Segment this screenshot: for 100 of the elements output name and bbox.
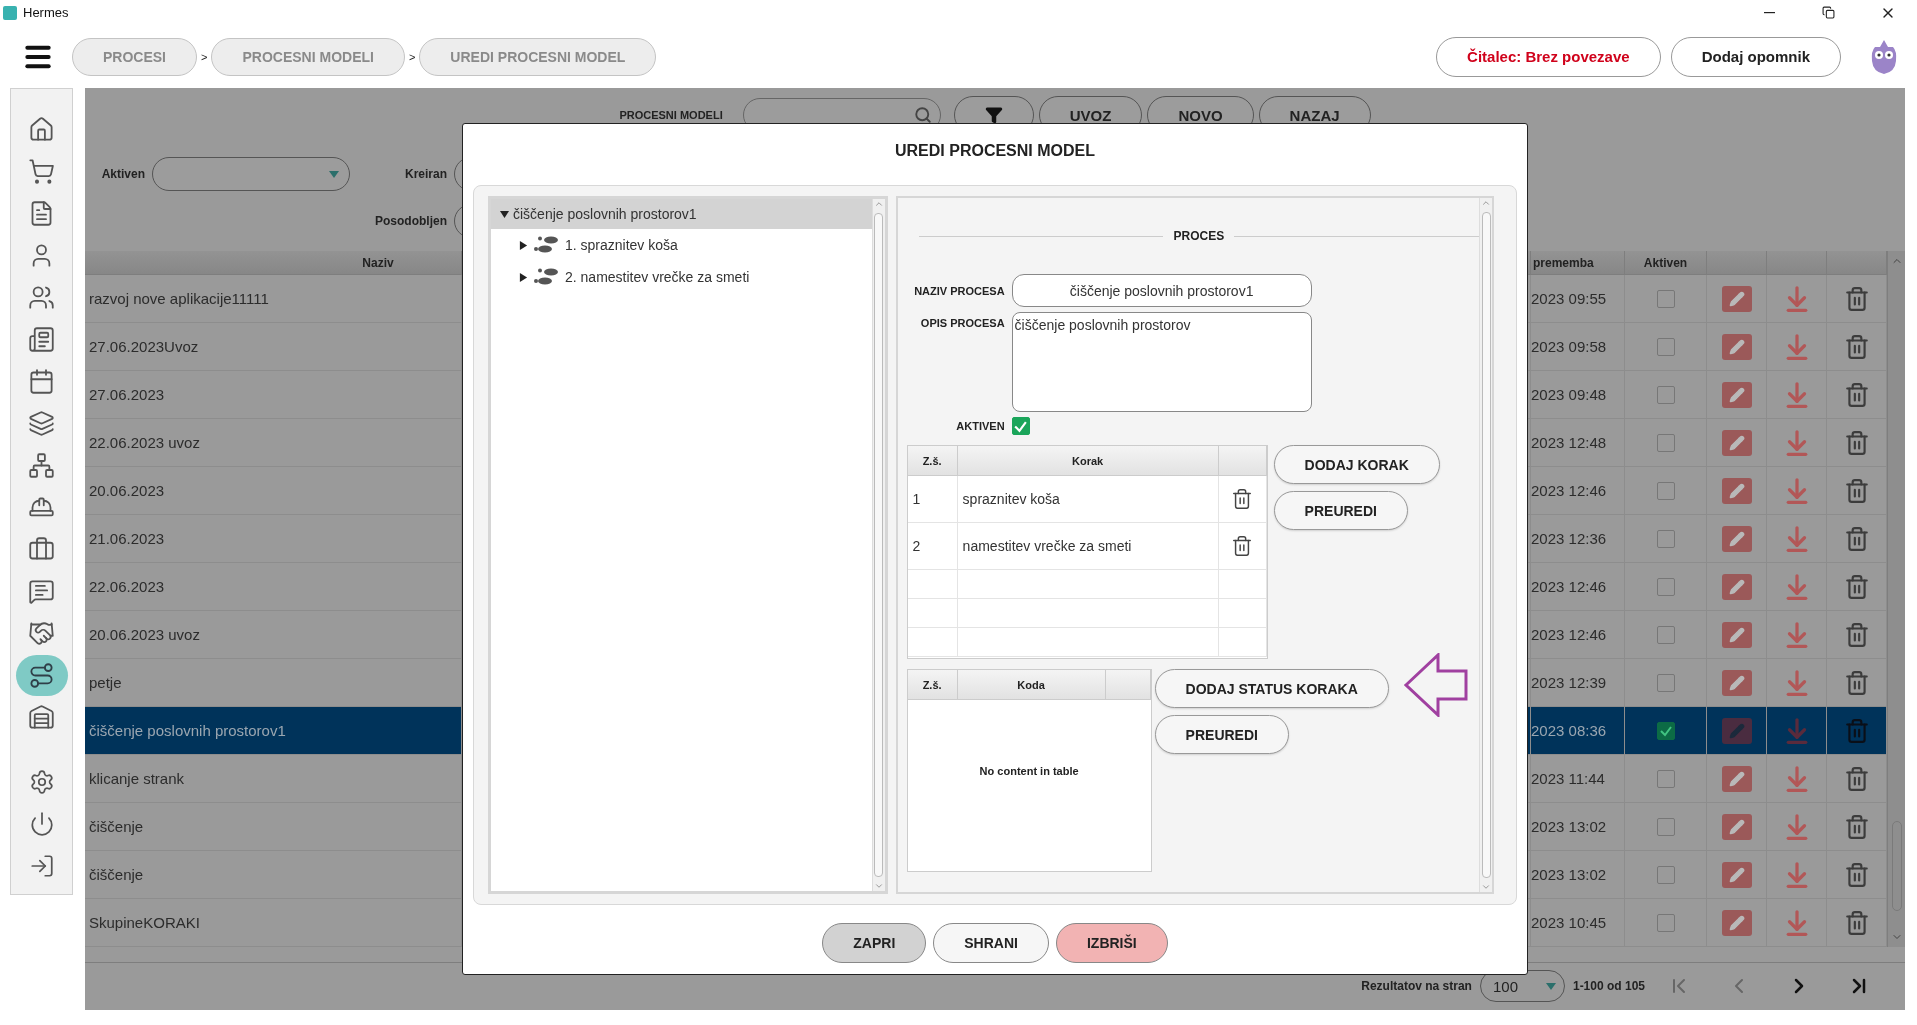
column-header <box>1827 251 1887 276</box>
table-cell <box>907 570 958 599</box>
expand-caret-icon[interactable] <box>519 272 528 282</box>
column-header <box>1707 251 1767 276</box>
checkbox[interactable] <box>1656 289 1675 308</box>
dialog-button[interactable]: SHRANI <box>933 923 1049 963</box>
edit-button[interactable] <box>1721 333 1752 360</box>
table-cell: 2023 09:48 <box>1531 386 1607 404</box>
input-field[interactable]: čiščenje poslovnih prostorov1 <box>1011 274 1312 307</box>
checkbox[interactable] <box>1656 577 1675 596</box>
table-cell: 2023 12:46 <box>1531 578 1607 596</box>
table-cell: 22.06.2023 <box>89 578 165 596</box>
checkbox[interactable] <box>1656 529 1675 548</box>
trash-icon[interactable] <box>1843 813 1870 840</box>
table-cell: spraznitev koša <box>957 476 1219 523</box>
checkbox[interactable] <box>1011 417 1030 435</box>
edit-button[interactable] <box>1721 813 1752 840</box>
edit-button[interactable] <box>1721 765 1752 792</box>
dialog-button[interactable]: IZBRIŠI <box>1055 923 1168 963</box>
edit-button[interactable] <box>1721 909 1752 936</box>
column-header: Koda <box>957 670 1106 700</box>
filter-label: Kreiran <box>403 167 447 182</box>
trash-icon[interactable] <box>1843 429 1870 456</box>
scroll-down-icon[interactable] <box>1481 882 1491 892</box>
scrollbar-thumb[interactable] <box>1481 212 1491 878</box>
step-button[interactable]: DODAJ KORAK <box>1273 445 1440 484</box>
checkbox[interactable] <box>1656 481 1675 500</box>
scrollbar-thumb[interactable] <box>874 213 884 877</box>
trash-icon[interactable] <box>1843 477 1870 504</box>
sidebar-item[interactable] <box>15 655 68 696</box>
table-cell <box>1218 628 1267 657</box>
warehouse-icon <box>28 704 55 731</box>
checkbox[interactable] <box>1656 913 1675 932</box>
table-cell: čiščenje <box>89 866 144 884</box>
column-header[interactable]: Aktiven <box>1625 251 1707 276</box>
tree-item[interactable]: čiščenje poslovnih prostorov1 <box>491 199 872 229</box>
trash-icon[interactable] <box>1843 861 1870 888</box>
scroll-up-icon[interactable] <box>1481 198 1491 208</box>
checkbox[interactable] <box>1656 337 1675 356</box>
edit-button[interactable] <box>1721 861 1752 888</box>
reminder-button[interactable]: Dodaj opomnik <box>1670 36 1841 77</box>
trash-icon[interactable] <box>1843 525 1870 552</box>
status-button[interactable]: PREUREDI <box>1154 715 1289 754</box>
page-range: 1-100 od 105 <box>1572 979 1645 994</box>
checkbox[interactable] <box>1656 385 1675 404</box>
pencil-icon <box>1728 482 1745 499</box>
status-button[interactable]: DODAJ STATUS KORAKA <box>1154 669 1389 708</box>
tree-item[interactable]: 2. namestitev vrečke za smeti <box>491 261 872 293</box>
trash-icon[interactable] <box>1843 573 1870 600</box>
calendar-icon <box>28 368 55 395</box>
expand-caret-icon[interactable] <box>519 240 528 250</box>
table-cell: klicanje strank <box>89 770 185 788</box>
edit-button[interactable] <box>1721 669 1752 696</box>
trash-icon[interactable] <box>1231 535 1254 557</box>
trash-icon[interactable] <box>1843 621 1870 648</box>
table-cell: čiščenje poslovnih prostorov1 <box>89 722 286 740</box>
collapse-caret-icon[interactable] <box>500 209 509 219</box>
cart-icon <box>28 158 55 185</box>
search-icon <box>913 106 932 125</box>
scroll-down-icon[interactable] <box>873 881 884 891</box>
trash-icon[interactable] <box>1843 669 1870 696</box>
scroll-up-icon[interactable] <box>873 199 884 209</box>
checkbox[interactable] <box>1656 865 1675 884</box>
step-button[interactable]: PREUREDI <box>1273 491 1408 530</box>
handshake-icon <box>28 620 55 647</box>
trash-icon[interactable] <box>1843 765 1870 792</box>
route-icon <box>28 662 55 689</box>
checkbox[interactable] <box>1656 721 1675 740</box>
edit-button[interactable] <box>1721 429 1752 456</box>
pencil-icon <box>1728 434 1745 451</box>
pencil-icon <box>1728 722 1745 739</box>
text-area[interactable]: čiščenje poslovnih prostorov <box>1011 312 1312 412</box>
trash-icon[interactable] <box>1843 909 1870 936</box>
trash-icon[interactable] <box>1843 333 1870 360</box>
checkbox[interactable] <box>1656 769 1675 788</box>
checkbox[interactable] <box>1656 673 1675 692</box>
edit-button[interactable] <box>1721 285 1752 312</box>
trash-icon[interactable] <box>1843 285 1870 312</box>
edit-button[interactable] <box>1721 621 1752 648</box>
chat-icon <box>28 578 55 605</box>
column-header[interactable]: Naziv <box>85 251 462 276</box>
select-field[interactable] <box>152 157 350 192</box>
mascot-icon[interactable] <box>1869 38 1899 75</box>
column-header[interactable]: prememba <box>1531 251 1625 276</box>
edit-button[interactable] <box>1721 477 1752 504</box>
checkbox[interactable] <box>1656 625 1675 644</box>
dialog-button[interactable]: ZAPRI <box>822 923 927 963</box>
trash-icon[interactable] <box>1231 488 1254 510</box>
table-cell: 21.06.2023 <box>89 530 165 548</box>
tree-item[interactable]: 1. spraznitev koša <box>491 229 872 261</box>
connection-status-button[interactable]: Čitalec: Brez povezave <box>1436 36 1661 77</box>
table-cell: 20.06.2023 uvoz <box>89 626 200 644</box>
checkbox[interactable] <box>1656 433 1675 452</box>
app-icon <box>3 5 17 20</box>
edit-button[interactable] <box>1721 573 1752 600</box>
checkbox[interactable] <box>1656 817 1675 836</box>
trash-icon[interactable] <box>1843 381 1870 408</box>
scrollbar[interactable] <box>1887 251 1905 948</box>
edit-button[interactable] <box>1721 381 1752 408</box>
edit-button[interactable] <box>1721 525 1752 552</box>
